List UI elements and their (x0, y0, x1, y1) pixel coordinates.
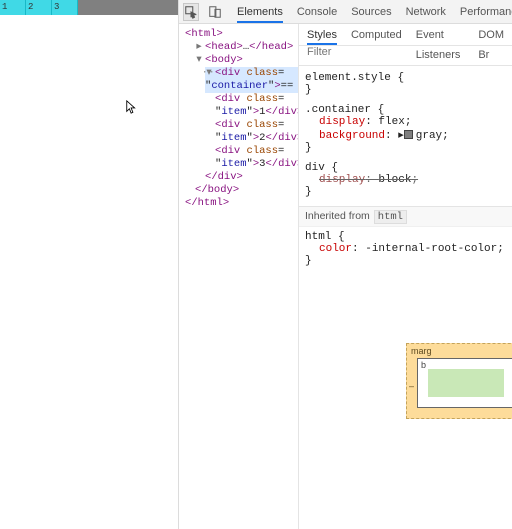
flex-container: 1 2 3 (0, 0, 178, 15)
tab-performance[interactable]: Performance (460, 1, 512, 23)
rule-element-style[interactable]: element.style { } (305, 72, 506, 96)
tab-computed[interactable]: Computed (351, 25, 402, 45)
flex-item: 3 (52, 0, 78, 15)
device-toggle-icon[interactable] (207, 3, 223, 21)
tab-elements[interactable]: Elements (237, 1, 283, 23)
rule-container[interactable]: .container { display: flex; background: … (305, 104, 506, 154)
tab-styles[interactable]: Styles (307, 25, 337, 45)
styles-filter[interactable] (299, 46, 512, 66)
tab-dom-breakpoints[interactable]: DOM Br (478, 25, 504, 45)
dom-tree[interactable]: <html> ▸<head>…</head> ▾<body> ⋯▾<div cl… (179, 24, 299, 529)
sidebar-tabs: Styles Computed Event Listeners DOM Br (299, 24, 512, 46)
styles-filter-input[interactable] (307, 46, 504, 58)
flex-item: 2 (26, 0, 52, 15)
devtools-toolbar: Elements Console Sources Network Perform… (179, 0, 512, 24)
main-tabs: Elements Console Sources Network Perform… (237, 1, 512, 23)
dom-node-selected[interactable]: ⋯▾<div class= (205, 67, 298, 80)
styles-pane: Styles Computed Event Listeners DOM Br e… (299, 24, 512, 529)
rule-html-ua[interactable]: html { color: -internal-root-color; } (305, 231, 506, 267)
box-model-diagram: marg – b (299, 275, 512, 529)
tab-event-listeners[interactable]: Event Listeners (416, 25, 465, 45)
inspect-icon[interactable] (183, 3, 199, 21)
color-swatch-icon[interactable] (404, 130, 413, 139)
tab-console[interactable]: Console (297, 1, 337, 23)
dom-node-selected[interactable]: "container">== $0 (205, 80, 298, 93)
page-preview: 1 2 3 (0, 0, 178, 529)
rule-div-ua[interactable]: div { display: block; } (305, 162, 506, 198)
tab-sources[interactable]: Sources (351, 1, 391, 23)
devtools-body: <html> ▸<head>…</head> ▾<body> ⋯▾<div cl… (179, 24, 512, 529)
inherited-from-header: Inherited fromhtml (299, 206, 512, 227)
style-rules[interactable]: element.style { } .container { display: … (299, 66, 512, 275)
flex-item: 1 (0, 0, 26, 15)
tab-network[interactable]: Network (406, 1, 446, 23)
cursor-icon (125, 100, 139, 114)
devtools-panel: Elements Console Sources Network Perform… (178, 0, 512, 529)
